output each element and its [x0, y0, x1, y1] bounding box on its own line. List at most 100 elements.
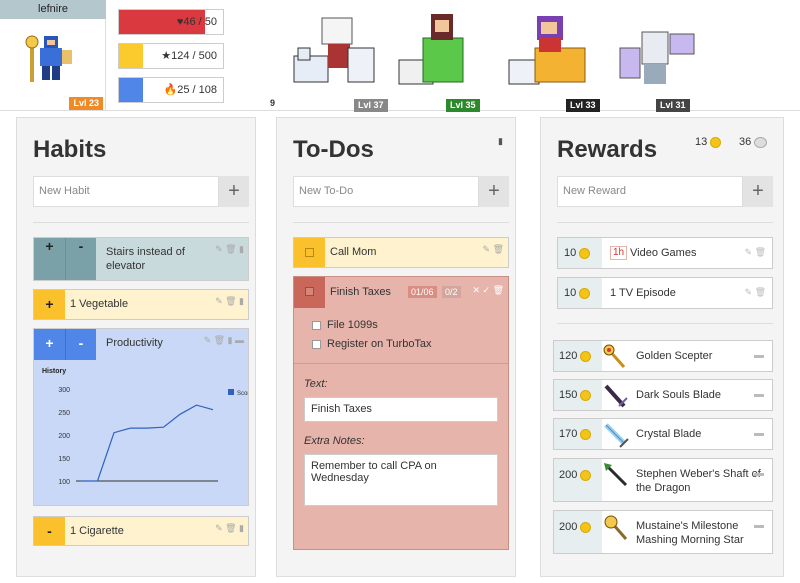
shop-item[interactable]: 170 Crystal Blade ▬ — [553, 418, 773, 450]
party-member-level: Lvl 37 — [354, 99, 388, 112]
rewards-column: Rewards 13 36 New Reward + 10 1h Video G… — [540, 117, 784, 577]
custom-reward-item[interactable]: 10 1 TV Episode ✎ 🗑 — [557, 277, 773, 309]
reward-cost-value: 120 — [559, 350, 578, 362]
new-habit-input[interactable]: New Habit — [33, 176, 219, 207]
chart-title: History — [42, 368, 66, 375]
shop-item[interactable]: 150 Dark Souls Blade ▬ — [553, 379, 773, 411]
morning-star-icon — [604, 515, 628, 540]
comment-icon[interactable]: ▬ — [754, 520, 764, 531]
custom-reward-item[interactable]: 10 1h Video Games ✎ 🗑 — [557, 237, 773, 269]
divider — [33, 222, 249, 223]
divider — [557, 323, 773, 324]
task-action-icons[interactable]: ✎ 🗑 ▮ — [215, 296, 244, 307]
reward-cost[interactable]: 10 — [558, 278, 602, 308]
rewards-title: Rewards — [557, 136, 658, 163]
todo-checkbox-cell[interactable] — [294, 277, 325, 308]
party-member-avatar[interactable] — [505, 8, 595, 98]
habit-minus-button[interactable]: - — [34, 517, 65, 545]
gold-coin-icon — [579, 287, 591, 299]
new-reward-input[interactable]: New Reward — [557, 176, 743, 207]
party-count: 9 — [270, 98, 276, 108]
user-avatar-panel[interactable]: lefnire Lvl 23 — [0, 0, 106, 111]
todo-checkbox[interactable] — [305, 248, 314, 257]
reward-cost[interactable]: 200 — [554, 459, 602, 501]
todos-column: To-Dos ▮ New To-Do + Call Mom ✎ 🗑 Finish… — [276, 117, 516, 577]
comment-icon[interactable]: ▬ — [754, 468, 764, 479]
reward-text: Video Games — [630, 247, 697, 259]
todo-checkbox-cell[interactable] — [294, 238, 325, 267]
silver-amount: 36 — [739, 136, 752, 148]
habit-text: Stairs instead of elevator — [106, 246, 185, 272]
todos-title: To-Dos — [293, 136, 374, 163]
habit-item-expanded[interactable]: + - Productivity ✎ 🗑 ▮ ▬ History 100 150 2… — [33, 328, 249, 506]
reward-cost-value: 200 — [559, 521, 578, 533]
habit-item[interactable]: + 1 Vegetable ✎ 🗑 ▮ — [33, 289, 249, 320]
gold-coin-icon — [710, 136, 722, 148]
comment-icon[interactable]: ▬ — [754, 389, 764, 400]
divider — [557, 222, 773, 223]
todo-item[interactable]: Call Mom ✎ 🗑 — [293, 237, 509, 268]
y-tick-label: 100 — [58, 479, 70, 486]
party-member-avatar[interactable] — [393, 8, 483, 98]
party-member-avatar[interactable] — [616, 8, 706, 98]
reward-cost[interactable]: 120 — [554, 341, 602, 371]
add-habit-button[interactable]: + — [219, 176, 249, 207]
task-action-icons[interactable]: ✎ 🗑 ▮ ▬ — [204, 335, 244, 346]
checklist-checkbox[interactable] — [312, 339, 321, 349]
habit-plus-button[interactable]: + — [34, 290, 65, 319]
checklist-item[interactable]: File 1099s — [312, 319, 378, 331]
task-action-icons[interactable]: ✎ 🗑 ▮ — [215, 244, 244, 255]
checklist-checkbox[interactable] — [312, 320, 321, 330]
task-action-icons[interactable]: ✎ 🗑 — [745, 287, 766, 298]
stats-icon[interactable]: ▮ — [498, 136, 503, 147]
task-action-icons[interactable]: ✎ 🗑 — [483, 244, 504, 255]
dark-souls-blade-icon — [604, 384, 628, 408]
comment-icon[interactable]: ▬ — [754, 350, 764, 361]
task-action-icons[interactable]: ✎ 🗑 ▮ — [215, 523, 244, 534]
crystal-blade-icon — [604, 423, 629, 448]
reward-text: Stephen Weber's Shaft of the Dragon — [636, 468, 761, 494]
gold-coin-icon — [579, 247, 591, 259]
reward-text: Mustaine's Milestone Mashing Morning Sta… — [636, 520, 744, 546]
todo-notes-textarea[interactable]: Remember to call CPA on Wednesday — [304, 454, 498, 506]
habit-minus-button[interactable]: - — [65, 238, 96, 280]
new-reward-form: New Reward + — [557, 176, 773, 207]
reward-cost-value: 150 — [559, 389, 578, 401]
party-member-avatar[interactable] — [288, 8, 378, 98]
task-action-icons[interactable]: ✎ 🗑 — [745, 247, 766, 258]
habit-plus-button[interactable]: + — [34, 238, 65, 280]
comment-icon[interactable]: ▬ — [754, 428, 764, 439]
add-todo-button[interactable]: + — [479, 176, 509, 207]
party-member-level: Lvl 33 — [566, 99, 600, 112]
checklist-text: File 1099s — [327, 319, 378, 331]
todo-checkbox[interactable] — [305, 287, 314, 296]
todo-item-expanded[interactable]: Finish Taxes 01/06 0/2 ✕ ✓ 🗑 File 1099s … — [293, 276, 509, 550]
reward-cost[interactable]: 10 — [558, 238, 602, 268]
new-todo-input[interactable]: New To-Do — [293, 176, 479, 207]
gold-coin-icon — [580, 350, 592, 362]
reward-text: Crystal Blade — [636, 428, 702, 440]
legend-label: Score — [237, 391, 248, 397]
habit-plus-button[interactable]: + — [34, 329, 65, 360]
reward-cost[interactable]: 150 — [554, 380, 602, 410]
experience-value: ★124 / 500 — [161, 50, 217, 62]
todo-text-input[interactable]: Finish Taxes — [304, 397, 498, 422]
checklist-item[interactable]: Register on TurboTax — [312, 338, 432, 350]
user-avatar — [25, 35, 72, 82]
shop-item[interactable]: 200 Stephen Weber's Shaft of the Dragon … — [553, 458, 773, 502]
habit-text: 1 Cigarette — [70, 525, 124, 537]
habit-item[interactable]: + - Stairs instead of elevator ✎ 🗑 ▮ — [33, 237, 249, 281]
text-label: Text: — [304, 378, 328, 390]
reward-cost[interactable]: 170 — [554, 419, 602, 449]
notes-label: Extra Notes: — [304, 435, 365, 447]
task-action-icons[interactable]: ✕ ✓ 🗑 — [472, 285, 504, 296]
add-reward-button[interactable]: + — [743, 176, 773, 207]
habit-item[interactable]: - 1 Cigarette ✎ 🗑 ▮ — [33, 516, 249, 546]
series-line-score — [81, 404, 214, 482]
reward-cost[interactable]: 200 — [554, 511, 602, 553]
shop-item[interactable]: 120 Golden Scepter ▬ — [553, 340, 773, 372]
habit-minus-button[interactable]: - — [65, 329, 96, 360]
checklist-progress: 0/2 — [442, 286, 461, 298]
silver-coin-icon — [754, 136, 768, 148]
shop-item[interactable]: 200 Mustaine's Milestone Mashing Morning… — [553, 510, 773, 554]
